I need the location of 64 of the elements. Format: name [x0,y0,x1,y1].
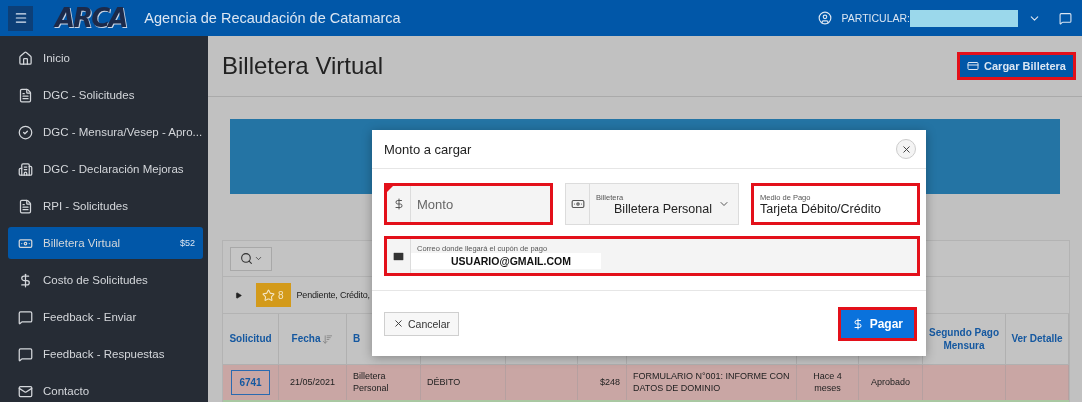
page-title: Billetera Virtual [222,52,383,80]
search-button[interactable] [230,246,272,271]
table-cell-text: Billetera Personal [353,370,390,395]
document-icon [18,198,33,214]
field-value: Tarjeta Débito/Crédito [760,201,882,216]
amount-field[interactable]: Monto [384,183,553,225]
user-icon [817,11,832,25]
sidebar-item[interactable]: Costo de Solicitudes [8,264,203,296]
dollar-icon [18,272,33,288]
table-cell: $248 [599,376,620,389]
dialog-title: Monto a cargar [384,141,472,157]
chat-icon [18,346,33,362]
chevron-icon [253,254,263,263]
table-cell: Aprobado [870,376,910,389]
user-label: PARTICULAR: [841,12,910,24]
table-cell: 21/05/2021 [289,376,335,389]
mail-icon [392,249,405,263]
close-icon [900,143,912,155]
sidebar-item[interactable]: Contacto [8,375,203,402]
sidebar-item[interactable]: Billetera Virtual $52 [8,227,203,259]
close-icon [393,318,404,329]
close-button[interactable] [896,139,916,159]
column-header[interactable]: Solicitud [229,332,272,346]
chat-icon [18,309,33,325]
balance-label: $52 [179,238,195,248]
logo: ARCA [55,3,127,33]
table-cell: DÉBITO [427,376,461,389]
sidebar-item[interactable]: DGC - Mensura/Vesep - Apro... [8,116,203,148]
search-icon [239,252,253,265]
sidebar-item[interactable]: RPI - Solicitudes [8,190,203,222]
amount-input[interactable]: Monto [417,194,544,214]
field-value: USUARIO@GMAIL.COM [411,252,601,269]
star-icon [262,288,275,302]
pay-button[interactable]: Pagar [837,306,917,341]
banknote-icon [570,197,585,211]
load-wallet-button[interactable]: Cargar Billetera [957,52,1076,80]
menu-button[interactable] [8,5,33,31]
column-header[interactable]: Ver Detalle [1011,332,1063,346]
home-icon [18,50,33,66]
field-value: Billetera Personal [613,201,712,216]
sidebar-item[interactable]: Feedback - Respuestas [8,338,203,370]
cancel-button[interactable]: Cancelar [384,311,460,336]
card-icon [967,60,980,72]
sort-icon [322,333,334,345]
check-circle-icon [18,124,33,140]
table-cell-text: Hace 4 meses [812,370,843,395]
sidebar-item[interactable]: DGC - Declaración Mejoras [8,153,203,185]
building-icon [18,161,33,177]
dollar-icon [851,317,864,330]
column-header[interactable]: Fecha [291,332,321,346]
app-title: Agencia de Recaudación de Catamarca [144,10,402,26]
sidebar-item[interactable]: Inicio [8,42,203,74]
mail-icon [18,383,33,399]
document-icon [18,87,33,103]
column-header[interactable]: B [353,332,361,346]
sidebar-item[interactable]: Feedback - Enviar [8,301,203,333]
chat-icon[interactable] [1059,11,1072,25]
filter-summary: Pendiente, Crédito, [296,290,370,300]
sidebar-item[interactable]: DGC - Solicitudes [8,79,203,111]
column-header[interactable]: Segundo Pago Mensura [923,325,1005,353]
table-cell: FORMULARIO N°001: INFORME CON DATOS DE DOMINIO [633,370,790,395]
dollar-icon [392,198,405,210]
menu-icon [13,11,28,25]
expand-icon[interactable] [235,291,242,299]
